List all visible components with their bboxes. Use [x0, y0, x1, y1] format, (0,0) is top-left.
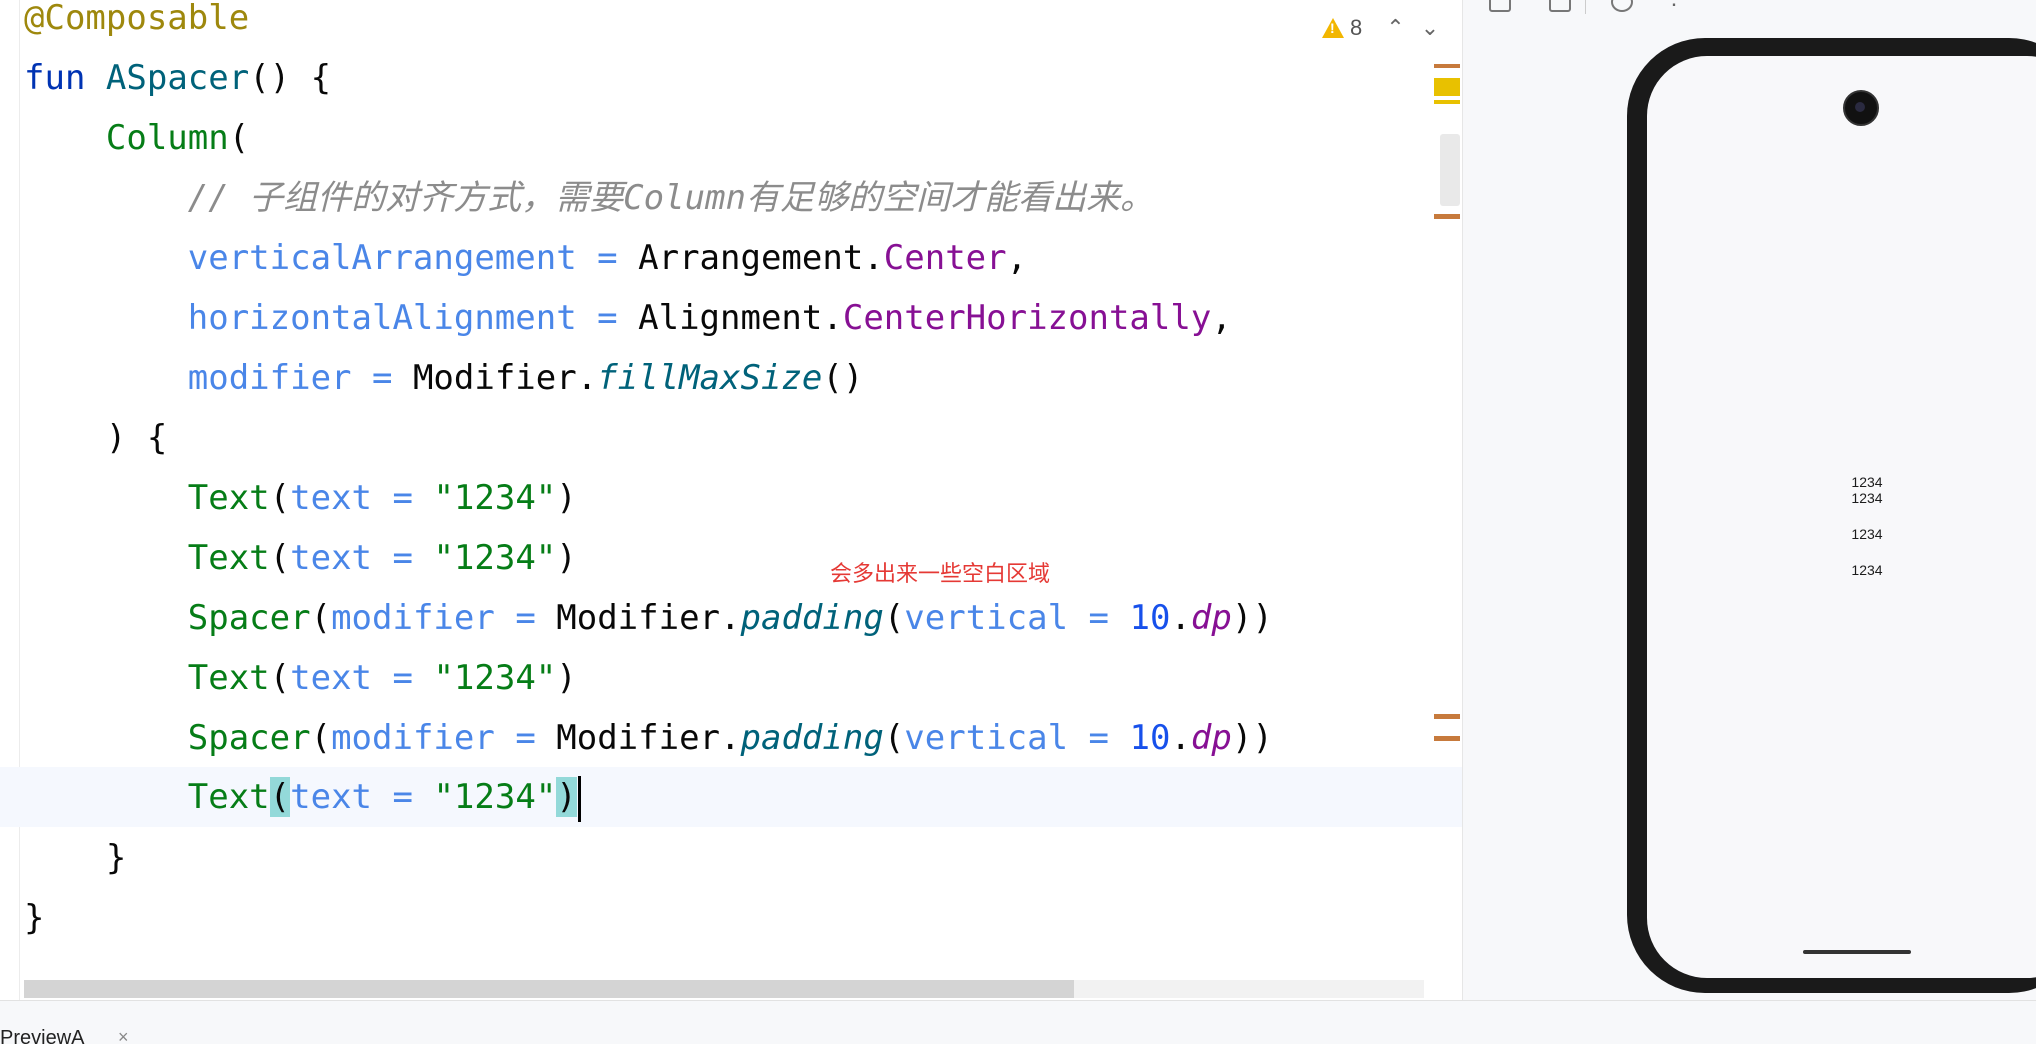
function-name: ASpacer — [105, 58, 250, 98]
code-comment: // 子组件的对齐方式，需要Column有足够的空间才能看出来。 — [187, 178, 1154, 218]
code-line-14[interactable]: Text(text = "1234") — [24, 767, 581, 827]
param-token: vertical — [904, 718, 1069, 758]
inspection-widget[interactable]: 8 ⌃ ⌄ — [1322, 14, 1439, 42]
screenshot-icon[interactable] — [1489, 0, 1511, 12]
string-token: "1234" — [433, 478, 557, 518]
home-indicator — [1803, 950, 1911, 954]
code-line-7[interactable]: modifier = Modifier.fillMaxSize() — [24, 348, 864, 408]
class-token: Modifier — [556, 718, 721, 758]
class-token: Arrangement — [638, 238, 864, 278]
spacer-call: Spacer — [187, 598, 311, 638]
chevron-up-icon[interactable]: ⌃ — [1386, 15, 1404, 41]
code-line-3[interactable]: Column( — [24, 108, 249, 168]
param-token: modifier — [331, 718, 495, 758]
code-line-5[interactable]: verticalArrangement = Arrangement.Center… — [24, 228, 1027, 288]
param-token: vertical — [904, 598, 1069, 638]
device-screen: 1234 1234 1234 1234 — [1647, 56, 2036, 978]
code-line-4[interactable]: // 子组件的对齐方式，需要Column有足够的空间才能看出来。 — [24, 168, 1154, 228]
number-token: 10 — [1129, 598, 1171, 638]
param-token: text — [290, 538, 373, 578]
tab-preview[interactable]: PreviewA — [0, 1027, 84, 1050]
spacer-call: Spacer — [187, 718, 311, 758]
code-line-12[interactable]: Text(text = "1234") — [24, 648, 577, 708]
code-line-6[interactable]: horizontalAlignment = Alignment.CenterHo… — [24, 288, 1232, 348]
preview-toolbar: ⋮ — [1463, 0, 2036, 16]
toolbar-separator — [1585, 0, 1586, 14]
code-line-1[interactable]: @Composable — [24, 0, 249, 48]
vertical-scrollbar-thumb[interactable] — [1440, 134, 1460, 206]
error-stripe-marker[interactable] — [1434, 214, 1460, 219]
bottom-tab-bar: PreviewA × — [0, 1000, 2036, 1049]
matched-paren-open: ( — [269, 777, 291, 817]
param-token: text — [290, 658, 373, 698]
close-icon[interactable]: × — [118, 1027, 129, 1048]
chevron-down-icon[interactable]: ⌄ — [1421, 15, 1439, 41]
warning-stripe-marker[interactable] — [1434, 100, 1460, 104]
code-editor[interactable]: @Composable fun ASpacer() { Column( // 子… — [0, 0, 1462, 1000]
string-token: "1234" — [433, 658, 557, 698]
text-call: Text — [187, 538, 270, 578]
class-token: Modifier — [556, 598, 721, 638]
error-stripe-marker[interactable] — [1434, 736, 1460, 741]
param-token: modifier — [187, 358, 352, 398]
param-token: horizontalAlignment — [187, 298, 577, 338]
function-token: fillMaxSize — [597, 358, 823, 398]
red-annotation-note: 会多出来一些空白区域 — [830, 562, 1051, 587]
preview-text-2: 1234 — [1851, 490, 1883, 506]
code-line-10[interactable]: Text(text = "1234") — [24, 528, 577, 588]
code-line-16[interactable]: } — [24, 888, 44, 948]
refresh-icon[interactable] — [1611, 0, 1633, 12]
code-line-2[interactable]: fun ASpacer() { — [24, 48, 331, 108]
string-token: "1234" — [433, 777, 557, 817]
text-caret — [577, 775, 581, 822]
device-frame: 1234 1234 1234 1234 — [1627, 38, 2036, 993]
code-line-8[interactable]: ) { — [24, 408, 167, 468]
class-token: Alignment — [638, 298, 823, 338]
param-token: text — [290, 777, 373, 817]
error-stripe-marker[interactable] — [1434, 64, 1460, 68]
record-icon[interactable] — [1549, 0, 1571, 12]
warning-count: 8 — [1350, 15, 1363, 40]
string-token: "1234" — [433, 538, 557, 578]
more-options-icon[interactable]: ⋮ — [1663, 0, 1685, 10]
preview-text-3: 1234 — [1851, 526, 1883, 542]
compose-preview-pane: ⋮ 1234 1234 1234 1234 — [1462, 0, 2036, 1000]
extension-token: dp — [1190, 598, 1232, 638]
horizontal-scrollbar-thumb[interactable] — [24, 980, 1074, 998]
matched-paren-close: ) — [556, 777, 577, 817]
text-call: Text — [187, 777, 270, 817]
fun-keyword: fun — [24, 58, 86, 98]
preview-text-1: 1234 — [1851, 474, 1883, 490]
extension-token: dp — [1190, 718, 1232, 758]
warning-icon — [1322, 18, 1344, 38]
camera-icon — [1843, 90, 1879, 126]
preview-text-4: 1234 — [1851, 562, 1883, 578]
text-call: Text — [187, 658, 270, 698]
property-token: CenterHorizontally — [842, 298, 1212, 338]
warning-stripe-marker[interactable] — [1434, 78, 1460, 96]
code-line-9[interactable]: Text(text = "1234") — [24, 468, 577, 528]
error-stripe-marker[interactable] — [1434, 714, 1460, 719]
number-token: 10 — [1129, 718, 1171, 758]
function-token: padding — [740, 718, 884, 758]
code-line-15[interactable]: } — [24, 828, 126, 888]
param-token: text — [290, 478, 373, 518]
annotation-token: @Composable — [24, 0, 250, 38]
code-line-11[interactable]: Spacer(modifier = Modifier.padding(verti… — [24, 588, 1273, 648]
gutter-divider — [19, 0, 20, 1000]
column-call: Column — [105, 118, 229, 158]
param-token: verticalArrangement — [187, 238, 577, 278]
param-token: modifier — [331, 598, 495, 638]
code-line-13[interactable]: Spacer(modifier = Modifier.padding(verti… — [24, 708, 1273, 768]
text-call: Text — [187, 478, 270, 518]
class-token: Modifier — [412, 358, 577, 398]
property-token: Center — [883, 238, 1007, 278]
function-token: padding — [740, 598, 884, 638]
